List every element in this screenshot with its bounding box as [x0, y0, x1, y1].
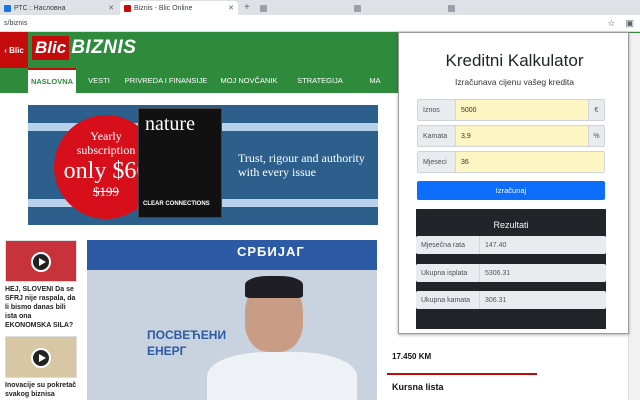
nav-more[interactable]: MA: [352, 68, 398, 93]
result-value: 5306.31: [480, 264, 606, 282]
rts-favicon-icon: [4, 4, 11, 12]
nav-moj-novcanik[interactable]: MOJ NOVČANIK: [210, 68, 288, 93]
site-header: ‹ Blic Blic BIZNIS: [0, 32, 398, 68]
photo-sign-text: ПОСВЕЋЕНИ: [147, 328, 227, 342]
close-icon[interactable]: ✕: [228, 4, 234, 12]
result-label: Ukupna kamata: [416, 291, 480, 309]
main-nav: NASLOVNA VESTI PRIVREDA I FINANSIJE MOJ …: [0, 68, 398, 93]
nature-ad-banner[interactable]: Yearly subscription only $66 $199 nature…: [28, 105, 378, 225]
main-article-photo[interactable]: СРБИЈАГ ПОСВЕЋЕНИ ЕНЕРГ: [87, 240, 377, 400]
banner-text-line2: with every issue: [238, 165, 316, 179]
play-icon[interactable]: [31, 348, 51, 368]
kamata-input[interactable]: 3,9: [456, 126, 588, 146]
photo-sign-text: СРБИЈАГ: [237, 244, 305, 259]
tab-title: Biznis - Blic Online: [134, 4, 193, 12]
kamata-label: Kamata: [418, 126, 456, 146]
magazine-title: nature: [145, 113, 195, 135]
article-title[interactable]: HEJ, SLOVENI Da se SFRJ nije raspala, da…: [5, 285, 77, 330]
tab-5[interactable]: [444, 1, 536, 15]
person-body: [207, 352, 357, 400]
favicon-icon: [354, 4, 361, 12]
star-icon[interactable]: ☆: [607, 18, 615, 29]
percent-unit: %: [588, 126, 604, 146]
mjeseci-label: Mjeseci: [418, 152, 456, 172]
url-text[interactable]: s/biznis: [4, 20, 27, 27]
browser-tab-bar: РТС : Насловна ✕ Biznis - Blic Online ✕ …: [0, 0, 640, 15]
tab-4[interactable]: [350, 1, 442, 15]
result-value: 306.31: [480, 291, 606, 309]
iznos-label: Iznos: [418, 100, 456, 120]
tab-3[interactable]: [256, 1, 348, 15]
right-sidebar: 17.450 KM Kursna lista: [387, 330, 537, 400]
result-value: 147.40: [480, 236, 606, 254]
tab-rts[interactable]: РТС : Насловна ✕: [0, 1, 118, 15]
photo-sign-text: ЕНЕРГ: [147, 344, 187, 358]
favicon-icon: [260, 4, 267, 12]
euro-unit: €: [588, 100, 604, 120]
article-thumbnail[interactable]: [5, 336, 77, 378]
results-title: Rezultati: [493, 220, 529, 230]
calculator-title: Kreditni Kalkulator: [445, 51, 584, 70]
address-bar[interactable]: s/biznis ☆ ▣: [0, 15, 640, 32]
izracunaj-button[interactable]: Izračunaj: [417, 181, 605, 200]
kamata-field: Kamata 3,9 %: [417, 125, 605, 147]
mjeseci-input[interactable]: 36: [456, 152, 604, 172]
result-ukupna-isplata: Ukupna isplata 5306.31: [416, 264, 606, 282]
calculator-subtitle: Izračunava cijenu vašeg kredita: [454, 77, 575, 87]
result-label: Mjesečna rata: [416, 236, 480, 254]
kreditni-kalkulator-popup: Kreditni Kalkulator Izračunava cijenu va…: [398, 32, 629, 334]
play-icon[interactable]: [31, 252, 51, 272]
person-hair: [245, 276, 303, 298]
mjeseci-field: Mjeseci 36: [417, 151, 605, 173]
result-label: Ukupna isplata: [416, 264, 480, 282]
blic-favicon-icon: [124, 4, 131, 12]
nav-vesti[interactable]: VESTI: [76, 68, 122, 93]
page-scrollbar[interactable]: [628, 33, 640, 400]
banner-tagline: Trust, rigour and authority with every i…: [238, 151, 365, 179]
kursna-lista-heading[interactable]: Kursna lista: [392, 382, 444, 392]
extension-icon[interactable]: ▣: [625, 18, 634, 29]
article-list: HEJ, SLOVENI Da se SFRJ nije raspala, da…: [5, 240, 77, 405]
divider: [387, 373, 537, 375]
nav-strategija[interactable]: STRATEGIJA: [288, 68, 352, 93]
results-panel: Rezultati Mjesečna rata 147.40 Ukupna is…: [416, 209, 606, 329]
logo-biznis: BIZNIS: [71, 37, 137, 58]
result-mjesecna-rata: Mjesečna rata 147.40: [416, 236, 606, 254]
tab-title: РТС : Насловна: [14, 4, 66, 12]
result-ukupna-kamata: Ukupna kamata 306.31: [416, 291, 606, 309]
favicon-icon: [448, 4, 455, 12]
nav-privreda[interactable]: PRIVREDA I FINANSIJE: [122, 68, 210, 93]
banner-text-line1: Trust, rigour and authority: [238, 151, 365, 165]
iznos-input[interactable]: 5000: [456, 100, 588, 120]
photo-backdrop: [87, 240, 377, 270]
nav-naslovna[interactable]: NASLOVNA: [28, 68, 76, 93]
ad-price: 17.450 KM: [392, 352, 432, 361]
article-thumbnail[interactable]: [5, 240, 77, 282]
article-title[interactable]: Inovacije su pokretač svakog biznisa: [5, 381, 77, 399]
new-tab-button[interactable]: +: [244, 2, 250, 13]
magazine-caption: CLEAR CONNECTIONS: [143, 201, 210, 207]
iznos-field: Iznos 5000 €: [417, 99, 605, 121]
logo-blic: Blic: [32, 36, 70, 60]
tab-biznis[interactable]: Biznis - Blic Online ✕: [120, 1, 238, 15]
back-to-blic-link[interactable]: ‹ Blic: [0, 32, 28, 68]
close-icon[interactable]: ✕: [108, 4, 114, 12]
magazine-cover: nature CLEAR CONNECTIONS: [138, 108, 222, 218]
blic-biznis-logo[interactable]: Blic BIZNIS: [32, 36, 136, 60]
